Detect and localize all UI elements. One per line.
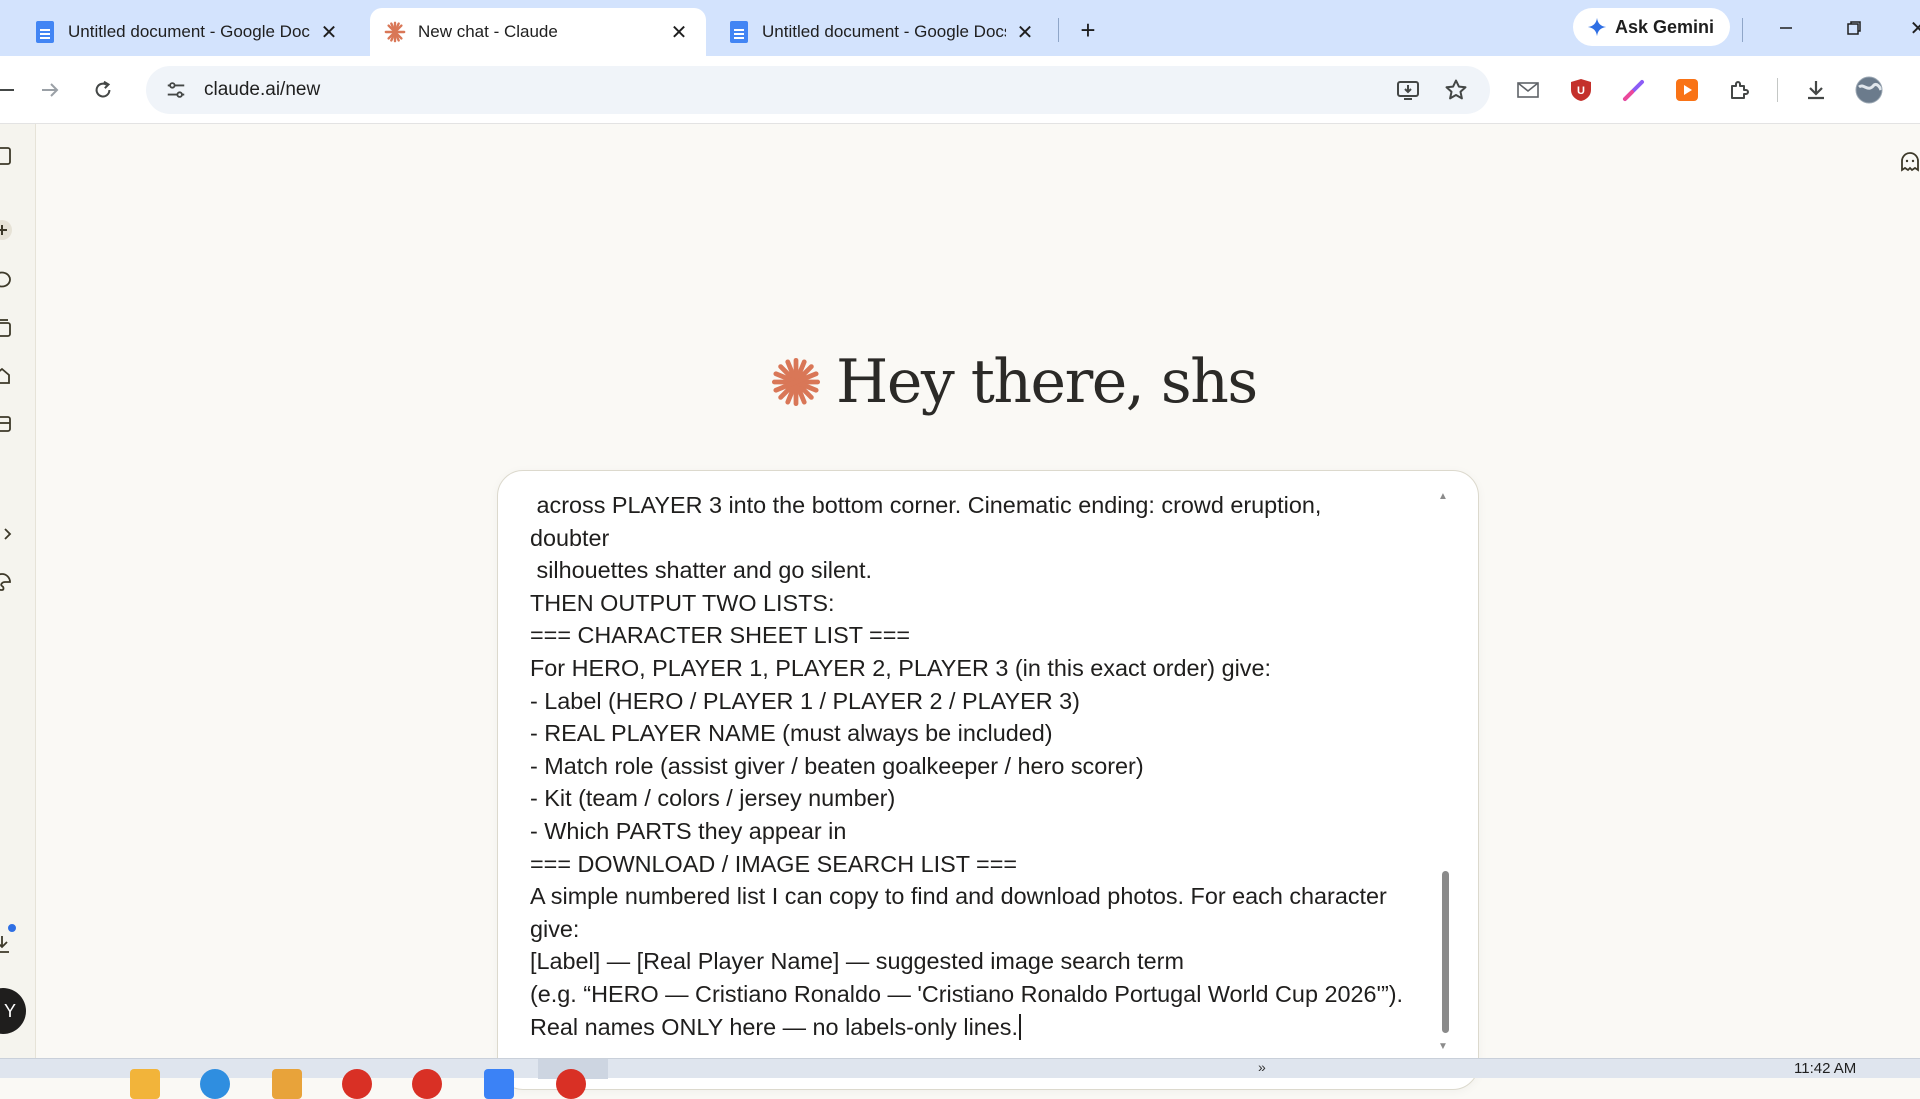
incognito-chat-icon[interactable]: [1898, 150, 1920, 179]
toolbar-separator: [1777, 78, 1778, 102]
edge-icon[interactable]: [200, 1069, 230, 1099]
system-clock: 11:42 AM: [1794, 1060, 1857, 1077]
tab-title: Untitled document - Google Docs: [68, 22, 310, 41]
library-icon[interactable]: [0, 412, 14, 436]
tab-strip: Untitled document - Google Docs ✕ New ch…: [0, 0, 1920, 56]
download-app-icon[interactable]: [0, 932, 14, 956]
new-chat-icon[interactable]: [0, 218, 14, 242]
sidebar-toggle-icon[interactable]: [0, 144, 14, 168]
chrome-icon[interactable]: [556, 1069, 586, 1099]
close-icon[interactable]: ✕: [666, 19, 692, 45]
os-taskbar: » 11:42 AM: [0, 1058, 1920, 1099]
site-info-icon[interactable]: [158, 72, 194, 108]
tab-title: Untitled document - Google Docs: [762, 22, 1006, 41]
taskbar-app-icon[interactable]: [342, 1069, 372, 1099]
close-icon[interactable]: ✕: [316, 19, 342, 45]
google-docs-icon: [730, 21, 748, 43]
gemini-icon: [1587, 17, 1607, 37]
prompt-composer[interactable]: across PLAYER 3 into the bottom corner. …: [497, 470, 1479, 1090]
google-docs-icon: [36, 21, 54, 43]
chats-icon[interactable]: [0, 268, 14, 292]
close-window-icon[interactable]: ✕: [1898, 8, 1920, 48]
notification-dot: [6, 922, 18, 934]
overflow-chevron-icon[interactable]: »: [1258, 1059, 1266, 1075]
ublock-extension-icon[interactable]: U: [1563, 72, 1599, 108]
svg-text:U: U: [1577, 85, 1585, 97]
extensions-puzzle-icon[interactable]: [1722, 72, 1758, 108]
close-icon[interactable]: ✕: [1012, 19, 1038, 45]
user-avatar[interactable]: Y: [0, 988, 26, 1034]
url-text: claude.ai/new: [204, 79, 321, 100]
pen-extension-icon[interactable]: [1616, 72, 1652, 108]
profile-avatar[interactable]: [1851, 72, 1887, 108]
code-icon[interactable]: [0, 522, 14, 546]
tab-google-docs-2[interactable]: Untitled document - Google Docs ✕: [716, 8, 1052, 56]
tab-claude[interactable]: New chat - Claude ✕: [370, 8, 706, 56]
claude-spark-icon: [771, 357, 821, 407]
new-tab-button[interactable]: +: [1070, 12, 1106, 48]
prompt-text: across PLAYER 3 into the bottom corner. …: [530, 492, 1404, 1040]
video-extension-icon[interactable]: [1669, 72, 1705, 108]
text-caret: [1018, 1013, 1021, 1040]
taskbar-app-icon[interactable]: [484, 1069, 514, 1099]
reload-icon[interactable]: [85, 72, 121, 108]
minimize-icon[interactable]: [1766, 8, 1806, 48]
install-app-icon[interactable]: [1390, 72, 1426, 108]
projects-icon[interactable]: [0, 316, 14, 340]
sidebar: Y: [0, 124, 36, 1058]
browser-toolbar: claude.ai/new U: [0, 56, 1920, 124]
tab-separator: [1058, 18, 1059, 42]
gemini-separator: [1742, 18, 1743, 42]
tab-title: New chat - Claude: [418, 22, 558, 41]
download-icon[interactable]: [1798, 72, 1834, 108]
back-icon[interactable]: [0, 72, 24, 108]
address-bar[interactable]: claude.ai/new: [146, 66, 1490, 114]
ask-gemini-button[interactable]: Ask Gemini: [1573, 8, 1731, 46]
taskbar-app-icon[interactable]: [412, 1069, 442, 1099]
composer-scrollbar[interactable]: [1442, 871, 1449, 1033]
claude-icon: [384, 21, 406, 43]
tab-google-docs-1[interactable]: Untitled document - Google Docs ✕: [22, 8, 356, 56]
greeting-title: Hey there, shs: [836, 347, 1258, 417]
file-explorer-icon[interactable]: [130, 1069, 160, 1099]
forward-icon[interactable]: [32, 72, 68, 108]
bookmark-star-icon[interactable]: [1438, 72, 1474, 108]
greeting: Hey there, shs: [770, 342, 1258, 422]
restore-icon[interactable]: [1834, 8, 1874, 48]
mail-extension-icon[interactable]: [1510, 72, 1546, 108]
avatar-letter: Y: [3, 1000, 16, 1021]
prompt-input[interactable]: across PLAYER 3 into the bottom corner. …: [530, 489, 1436, 1043]
ask-gemini-label: Ask Gemini: [1615, 16, 1715, 37]
scroll-down-arrow-icon[interactable]: ▼: [1438, 1041, 1448, 1052]
palette-icon[interactable]: [0, 570, 14, 594]
artifacts-icon[interactable]: [0, 364, 14, 388]
claude-page: Y Hey there, shs across PLAYER 3 into th…: [0, 124, 1920, 1090]
taskbar-app-icon[interactable]: [272, 1069, 302, 1099]
scroll-up-arrow-icon[interactable]: ▲: [1438, 491, 1448, 502]
